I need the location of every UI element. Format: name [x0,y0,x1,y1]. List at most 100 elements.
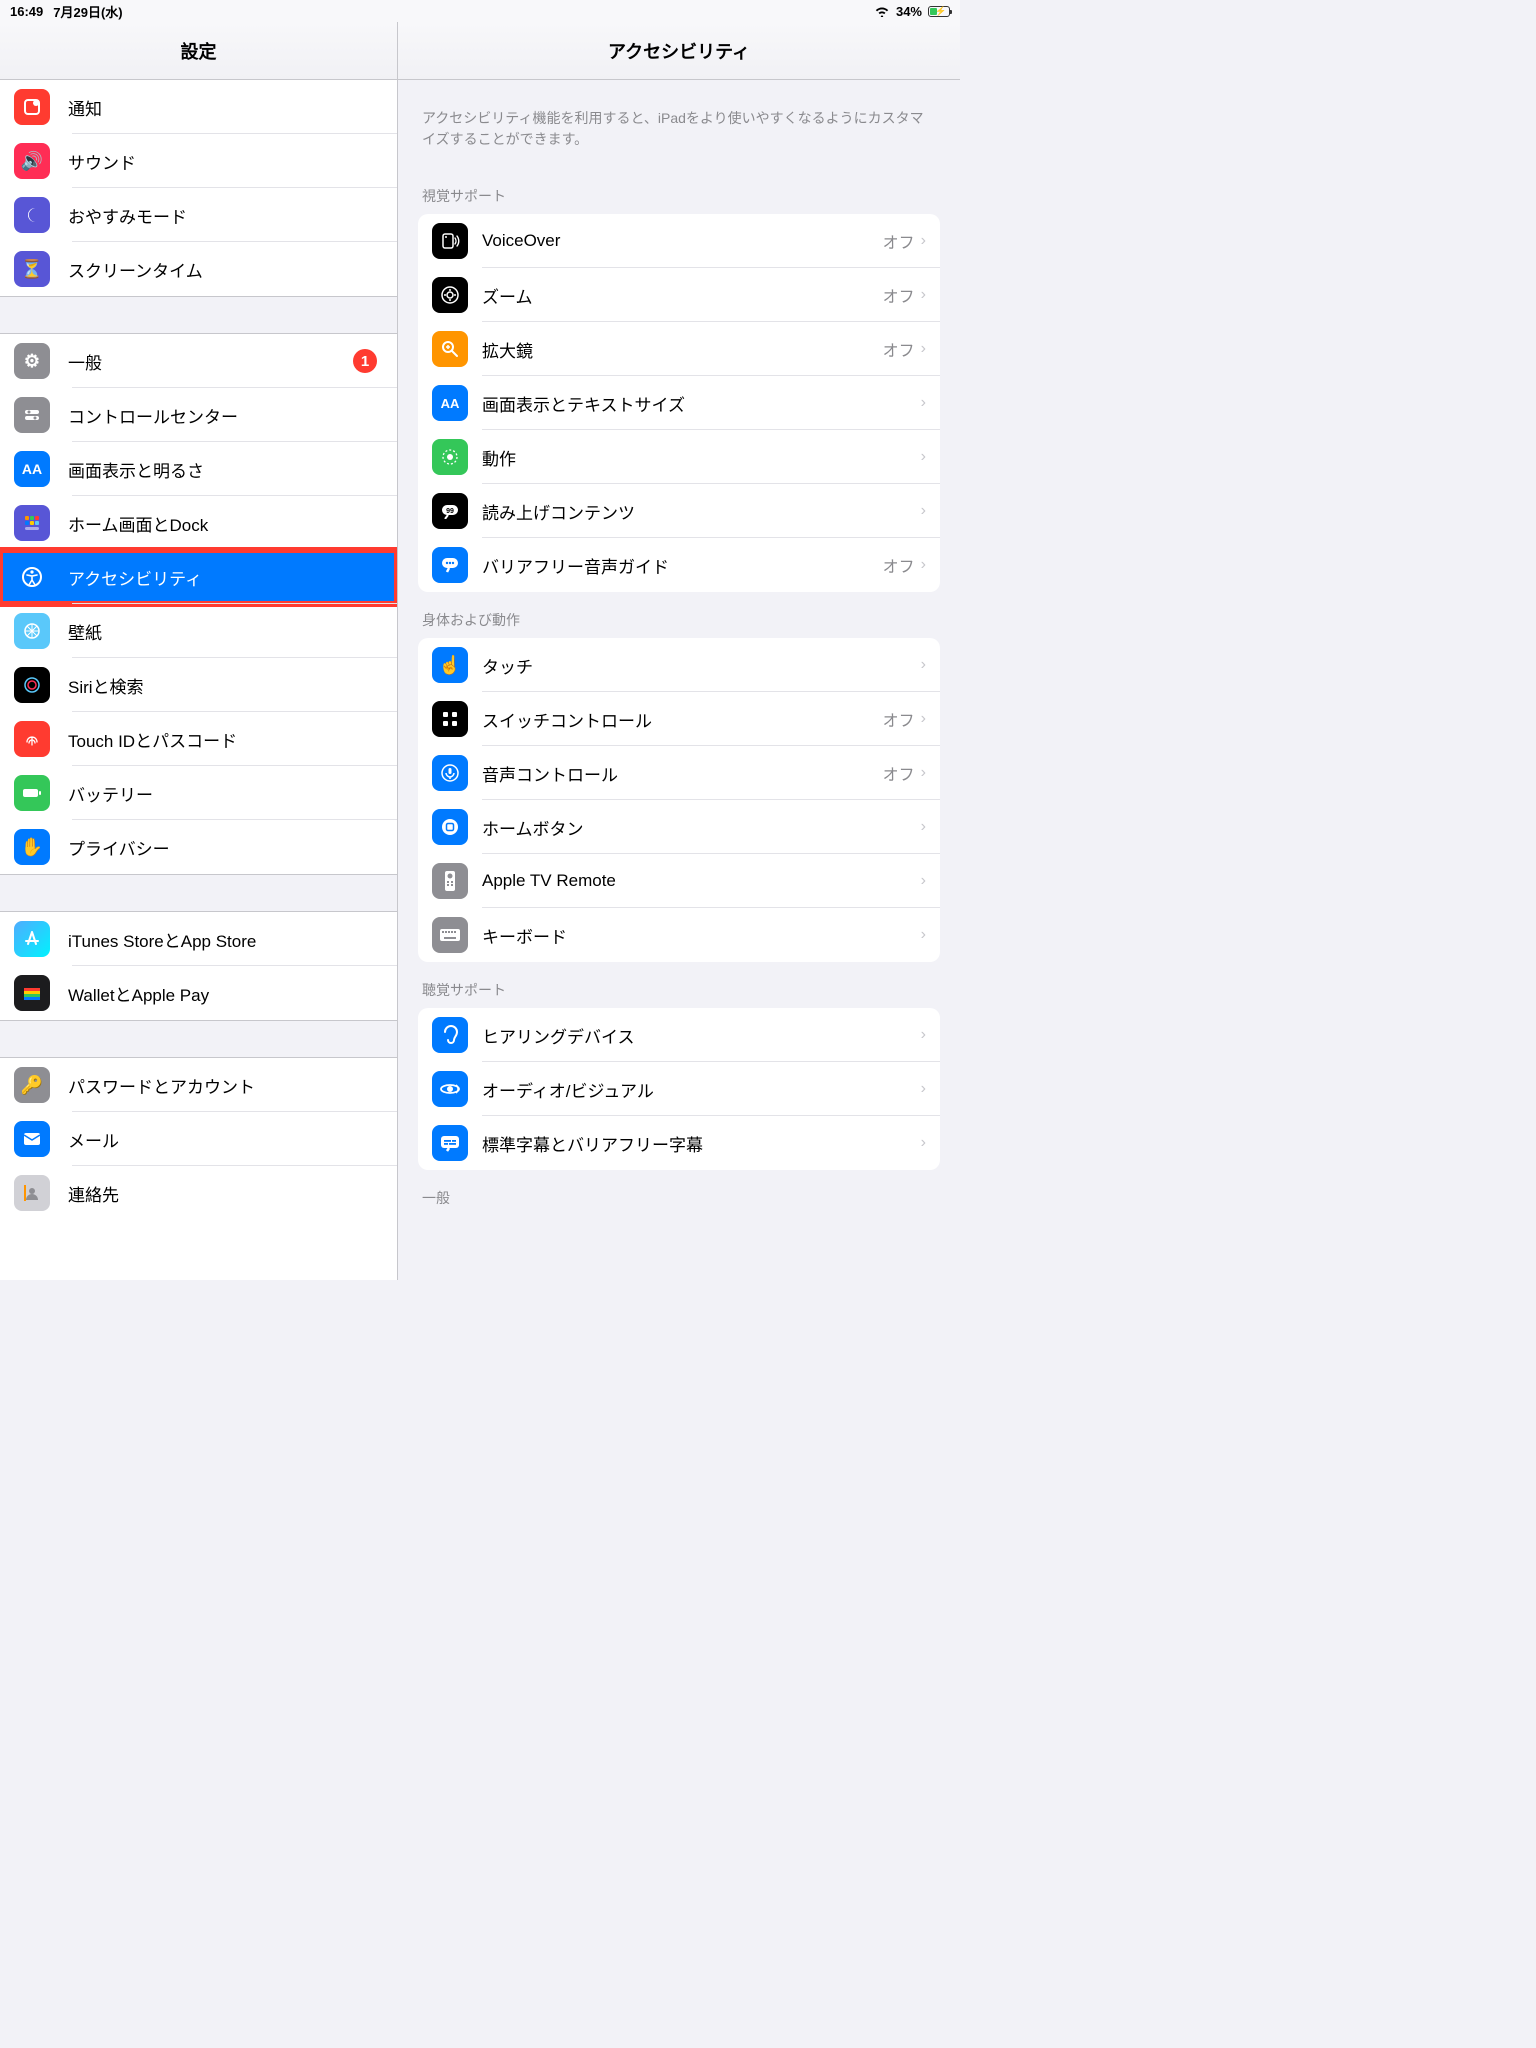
magnifier-icon [432,331,468,367]
svg-text:99: 99 [446,508,454,515]
status-time: 16:49 [10,4,43,19]
subtitles-icon [432,1125,468,1161]
sidebar-item-home-dock[interactable]: ホーム画面とDock [0,496,397,550]
spoken-content-icon: 99 [432,493,468,529]
sidebar-item-wallet[interactable]: WalletとApple Pay [0,966,397,1020]
appstore-icon [14,921,50,957]
section-header-hearing: 聴覚サポート [418,962,940,1008]
battery-icon: ⚡ [928,6,950,17]
row-label: 音声コントロール [482,761,883,786]
settings-sidebar: 設定 通知 🔊 サウンド おやすみモード ⏳ スクリーンタイム ⚙ [0,22,398,1280]
row-label: 画面表示とテキストサイズ [482,391,921,416]
sidebar-item-battery[interactable]: バッテリー [0,766,397,820]
row-zoom[interactable]: ズーム オフ › [418,268,940,322]
row-label: VoiceOver [482,231,883,251]
row-touch[interactable]: ☝ タッチ › [418,638,940,692]
sidebar-item-label: メール [68,1127,383,1152]
battery-percent: 34% [896,4,922,19]
contacts-icon [14,1175,50,1211]
sidebar-item-label: パスワードとアカウント [68,1073,383,1098]
row-value: オフ [883,761,915,785]
row-label: スイッチコントロール [482,707,883,732]
sidebar-item-screentime[interactable]: ⏳ スクリーンタイム [0,242,397,296]
row-switch-control[interactable]: スイッチコントロール オフ › [418,692,940,746]
sidebar-item-label: アクセシビリティ [68,565,383,590]
row-keyboard[interactable]: キーボード › [418,908,940,962]
chevron-icon: › [921,1026,926,1044]
wifi-icon [874,5,890,17]
row-voice-control[interactable]: 音声コントロール オフ › [418,746,940,800]
gear-icon: ⚙ [14,343,50,379]
section-header-vision: 視覚サポート [418,168,940,214]
sidebar-item-display[interactable]: AA 画面表示と明るさ [0,442,397,496]
row-motion[interactable]: 動作 › [418,430,940,484]
row-spoken-content[interactable]: 99 読み上げコンテンツ › [418,484,940,538]
switches-icon [14,397,50,433]
row-subtitles[interactable]: 標準字幕とバリアフリー字幕 › [418,1116,940,1170]
sidebar-item-sound[interactable]: 🔊 サウンド [0,134,397,188]
row-value: オフ [883,229,915,253]
sidebar-item-label: コントロールセンター [68,403,383,428]
chevron-icon: › [921,286,926,304]
sidebar-item-privacy[interactable]: ✋ プライバシー [0,820,397,874]
row-label: ズーム [482,283,883,308]
motion-icon [432,439,468,475]
row-label: ホームボタン [482,815,921,840]
sidebar-item-label: 通知 [68,95,383,120]
chevron-icon: › [921,1080,926,1098]
sidebar-item-label: スクリーンタイム [68,257,383,282]
row-voiceover[interactable]: VoiceOver オフ › [418,214,940,268]
row-audio-descriptions[interactable]: バリアフリー音声ガイド オフ › [418,538,940,592]
sidebar-item-dnd[interactable]: おやすみモード [0,188,397,242]
sidebar-item-label: WalletとApple Pay [68,981,383,1006]
row-label: 標準字幕とバリアフリー字幕 [482,1131,921,1156]
sidebar-item-label: iTunes StoreとApp Store [68,927,383,952]
row-label: ヒアリングデバイス [482,1023,921,1048]
row-value: オフ [883,707,915,731]
chevron-icon: › [921,394,926,412]
sidebar-item-accessibility[interactable]: アクセシビリティ [0,550,397,604]
sidebar-item-label: Siriと検索 [68,673,383,698]
row-label: 拡大鏡 [482,337,883,362]
remote-icon [432,863,468,899]
row-display-text[interactable]: AA 画面表示とテキストサイズ › [418,376,940,430]
row-label: Apple TV Remote [482,871,921,891]
sidebar-item-contacts[interactable]: 連絡先 [0,1166,397,1220]
sidebar-title: 設定 [181,38,217,64]
row-hearing-devices[interactable]: ヒアリングデバイス › [418,1008,940,1062]
sidebar-item-label: Touch IDとパスコード [68,727,383,752]
status-bar: 16:49 7月29日(水) 34% ⚡ [0,0,960,22]
sidebar-item-control-center[interactable]: コントロールセンター [0,388,397,442]
home-grid-icon [14,505,50,541]
row-audio-visual[interactable]: オーディオ/ビジュアル › [418,1062,940,1116]
row-magnifier[interactable]: 拡大鏡 オフ › [418,322,940,376]
sidebar-item-notifications[interactable]: 通知 [0,80,397,134]
sidebar-item-appstore[interactable]: iTunes StoreとApp Store [0,912,397,966]
chevron-icon: › [921,502,926,520]
sidebar-item-label: バッテリー [68,781,383,806]
key-icon: 🔑 [14,1067,50,1103]
accessibility-icon [14,559,50,595]
moon-icon [14,197,50,233]
row-home-button[interactable]: ホームボタン › [418,800,940,854]
touch-icon: ☝ [432,647,468,683]
chevron-icon: › [921,926,926,944]
audio-visual-icon [432,1071,468,1107]
speech-bubble-icon [432,547,468,583]
notifications-icon [14,89,50,125]
sidebar-item-general[interactable]: ⚙ 一般 1 [0,334,397,388]
sidebar-item-siri[interactable]: Siriと検索 [0,658,397,712]
sidebar-item-wallpaper[interactable]: 壁紙 [0,604,397,658]
detail-intro: アクセシビリティ機能を利用すると、iPadをより使いやすくなるようにカスタマイズ… [418,80,940,168]
row-appletv-remote[interactable]: Apple TV Remote › [418,854,940,908]
voice-control-icon [432,755,468,791]
chevron-icon: › [921,872,926,890]
sidebar-item-mail[interactable]: メール [0,1112,397,1166]
sidebar-item-touchid[interactable]: Touch IDとパスコード [0,712,397,766]
sidebar-item-passwords[interactable]: 🔑 パスワードとアカウント [0,1058,397,1112]
sidebar-item-label: おやすみモード [68,203,383,228]
sidebar-item-label: 一般 [68,349,353,374]
sidebar-item-label: 連絡先 [68,1181,383,1206]
zoom-icon [432,277,468,313]
badge: 1 [353,349,377,373]
